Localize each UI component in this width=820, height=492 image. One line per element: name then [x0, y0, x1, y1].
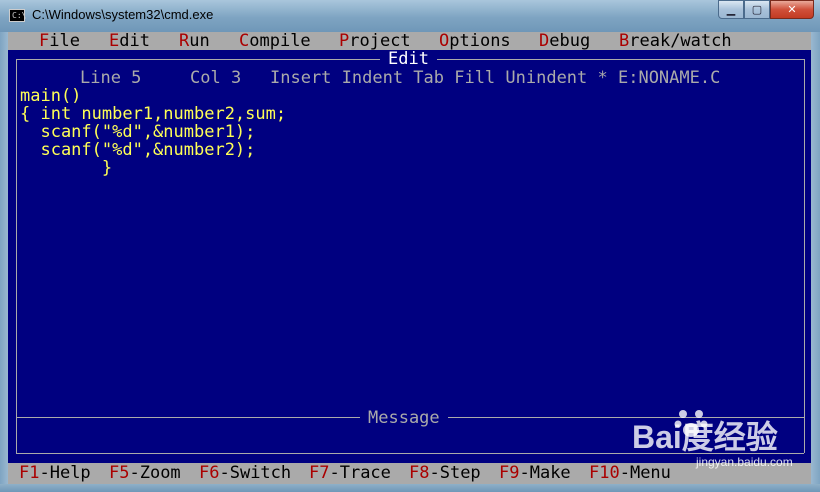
edit-panel-title: Edit	[380, 50, 437, 68]
edit-frame-left	[16, 59, 17, 417]
code-line: { int number1,number2,sum;	[20, 104, 287, 124]
code-area[interactable]: main() { int number1,number2,sum; scanf(…	[20, 87, 286, 177]
menu-item-run[interactable]: Run	[179, 32, 210, 50]
fkey-trace[interactable]: F7-Trace	[309, 464, 391, 482]
fkey-step[interactable]: F8-Step	[409, 464, 481, 482]
menu-item-compile[interactable]: Compile	[239, 32, 311, 50]
menu-item-debug[interactable]: Debug	[539, 32, 590, 50]
menu-item-break-watch[interactable]: Break/watch	[619, 32, 732, 50]
minimize-button[interactable]: ▁	[718, 0, 744, 19]
fkey-switch[interactable]: F6-Switch	[199, 464, 291, 482]
status-line-number: Line 5	[80, 68, 142, 88]
menu-item-edit[interactable]: Edit	[109, 32, 150, 50]
baidu-jingyan-watermark: Bai度经验 jingyan.baidu.com	[612, 404, 812, 478]
window-frame-left	[0, 32, 8, 484]
edit-frame-right	[804, 59, 805, 417]
window-title: C:\Windows\system32\cmd.exe	[32, 7, 214, 22]
message-panel-title: Message	[360, 409, 448, 427]
menu-item-file[interactable]: File	[39, 32, 80, 50]
editor-panel[interactable]: Edit Line 5 Col 3 Insert Indent Tab Fill…	[8, 50, 811, 463]
maximize-button[interactable]: ▢	[744, 0, 770, 19]
menu-item-project[interactable]: Project	[339, 32, 411, 50]
window-frame-right	[811, 32, 820, 484]
cmd-app-icon[interactable]: C:\	[9, 9, 26, 22]
menu-bar: File Edit Run Compile Project Options De…	[8, 32, 811, 50]
close-button[interactable]: ✕	[770, 0, 814, 19]
window-frame-bottom	[0, 484, 820, 492]
watermark-url: jingyan.baidu.com	[696, 455, 793, 469]
status-column-number: Col 3	[190, 68, 242, 88]
title-bar[interactable]: C:\ C:\Windows\system32\cmd.exe ▁ ▢ ✕	[0, 0, 820, 32]
fkey-make[interactable]: F9-Make	[499, 464, 571, 482]
fkey-help[interactable]: F1-Help	[19, 464, 91, 482]
code-line: scanf("%d",&number2);	[20, 140, 256, 160]
code-line: main()	[20, 86, 82, 106]
watermark-brand: Bai度经验	[632, 419, 778, 455]
cmd-window: C:\ C:\Windows\system32\cmd.exe ▁ ▢ ✕ Fi…	[0, 0, 820, 492]
code-line: }	[20, 158, 113, 178]
menu-item-options[interactable]: Options	[439, 32, 511, 50]
message-frame-left	[16, 417, 17, 453]
code-line: scanf("%d",&number1);	[20, 122, 256, 142]
status-mode-flags: Insert Indent Tab Fill Unindent * E:NONA…	[270, 68, 721, 88]
fkey-zoom[interactable]: F5-Zoom	[109, 464, 181, 482]
window-controls: ▁ ▢ ✕	[718, 0, 814, 20]
